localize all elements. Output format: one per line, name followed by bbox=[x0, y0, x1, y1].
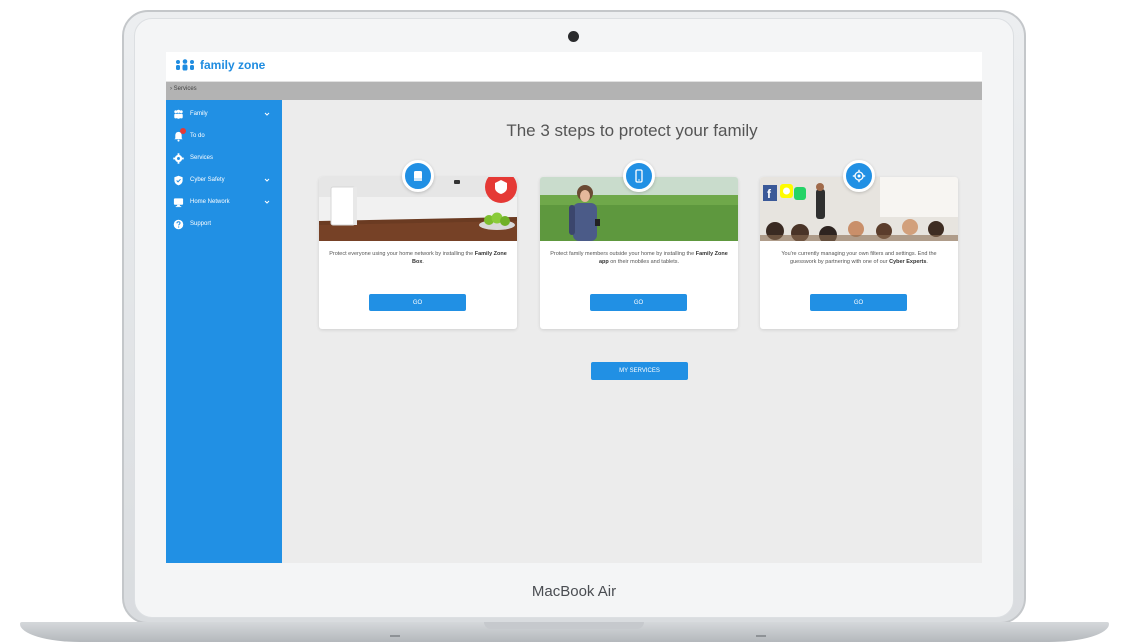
laptop-brand: MacBook Air bbox=[531, 583, 617, 600]
breadcrumb-services[interactable]: › Services bbox=[170, 86, 197, 92]
phone-icon bbox=[623, 160, 655, 192]
breadcrumb-label: Services bbox=[173, 86, 197, 92]
step-card-box: Protect everyone using your home network… bbox=[319, 160, 517, 329]
main-content: The 3 steps to protect your family Prote… bbox=[282, 100, 982, 563]
laptop-foot bbox=[390, 635, 400, 637]
shield-icon bbox=[174, 175, 183, 185]
card-text: Protect family members outside your home… bbox=[550, 251, 696, 257]
chevron-down-icon bbox=[264, 178, 270, 182]
family-logo-icon bbox=[176, 59, 194, 71]
breadcrumb: › Services bbox=[166, 82, 982, 100]
sidebar-item-label: Family bbox=[190, 111, 208, 117]
my-services-button[interactable]: MY SERVICES bbox=[591, 362, 688, 380]
sidebar-item-cyber-safety[interactable]: Cyber Safety bbox=[166, 169, 282, 191]
card-text-bold: Cyber Experts bbox=[889, 259, 927, 265]
card-text: on their mobiles and tablets. bbox=[608, 259, 680, 265]
app-logo[interactable]: family zone bbox=[174, 58, 265, 72]
help-icon bbox=[173, 219, 184, 229]
chevron-down-icon bbox=[264, 112, 270, 116]
laptop-foot bbox=[756, 635, 766, 637]
chevron-down-icon bbox=[264, 200, 270, 204]
sidebar-item-label: Cyber Safety bbox=[190, 177, 225, 183]
go-button-experts[interactable]: GO bbox=[810, 294, 907, 311]
card-text: . bbox=[926, 259, 928, 265]
sidebar-item-services[interactable]: Services bbox=[166, 147, 282, 169]
sidebar-item-home-network[interactable]: Home Network bbox=[166, 191, 282, 213]
go-button-app[interactable]: GO bbox=[590, 294, 687, 311]
monitor-icon bbox=[173, 197, 184, 207]
card-description: Protect everyone using your home network… bbox=[329, 250, 507, 266]
go-button-box[interactable]: GO bbox=[369, 294, 466, 311]
family-icon bbox=[174, 109, 183, 119]
step-card-app: Protect family members outside your home… bbox=[540, 160, 738, 329]
app-screen: family zone › Services Family To do Serv… bbox=[166, 52, 982, 563]
box-icon bbox=[402, 160, 434, 192]
card-description: Protect family members outside your home… bbox=[550, 250, 728, 266]
sidebar-item-label: Services bbox=[190, 155, 214, 161]
expert-icon bbox=[843, 160, 875, 192]
sidebar-item-support[interactable]: Support bbox=[166, 213, 282, 235]
laptop-base-notch bbox=[484, 622, 644, 629]
sidebar-item-todo[interactable]: To do bbox=[166, 125, 282, 147]
card-text: Protect everyone using your home network… bbox=[329, 251, 475, 257]
logo-text: family zone bbox=[200, 58, 266, 72]
sidebar-item-family[interactable]: Family bbox=[166, 103, 282, 125]
laptop-mockup: MacBook Air family zone › Services Famil… bbox=[0, 0, 1129, 644]
sidebar-item-label: Support bbox=[190, 221, 212, 227]
step-card-experts: f You're currently managing your own fil… bbox=[760, 160, 958, 329]
app-header: family zone bbox=[166, 52, 982, 82]
page-title: The 3 steps to protect your family bbox=[506, 121, 758, 140]
card-text: . bbox=[422, 259, 424, 265]
sidebar: Family To do Services Cyber Safety Home … bbox=[166, 100, 282, 563]
camera-icon bbox=[568, 31, 579, 42]
gear-icon bbox=[173, 152, 184, 164]
sidebar-item-label: To do bbox=[190, 133, 205, 139]
card-description: You're currently managing your own filte… bbox=[770, 250, 948, 266]
notification-badge bbox=[180, 128, 186, 134]
sidebar-item-label: Home Network bbox=[190, 199, 230, 205]
